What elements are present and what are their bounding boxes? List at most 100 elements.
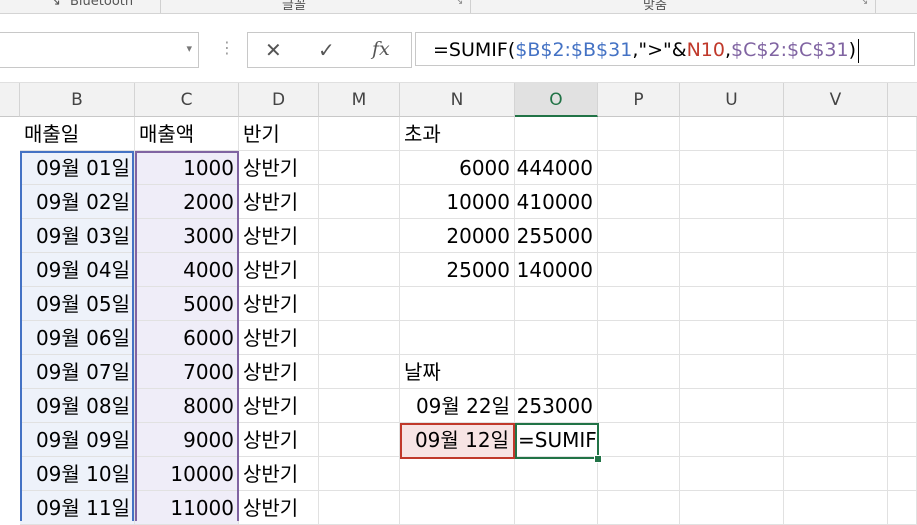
- cell[interactable]: [888, 185, 917, 219]
- cell-date-criteria[interactable]: 09월 22일: [400, 389, 515, 423]
- cell[interactable]: [888, 219, 917, 253]
- cell[interactable]: [598, 151, 680, 185]
- header-sales-date[interactable]: 매출일: [20, 117, 135, 151]
- cell[interactable]: [319, 117, 400, 151]
- cell-half[interactable]: 상반기: [239, 151, 319, 185]
- cell-half[interactable]: 상반기: [239, 253, 319, 287]
- cell[interactable]: [680, 491, 784, 525]
- launcher-icon[interactable]: ↘: [50, 0, 61, 9]
- cell[interactable]: [680, 117, 784, 151]
- cell-sales-date[interactable]: 09월 09일: [20, 423, 135, 457]
- col-header-b[interactable]: B: [20, 83, 135, 117]
- cell[interactable]: [784, 287, 888, 321]
- cell[interactable]: [400, 321, 515, 355]
- cell[interactable]: [319, 151, 400, 185]
- cell[interactable]: [888, 321, 917, 355]
- cell[interactable]: [784, 117, 888, 151]
- cell[interactable]: [680, 253, 784, 287]
- cell-sales-amount[interactable]: 6000: [135, 321, 239, 355]
- label-date[interactable]: 날짜: [400, 355, 515, 389]
- cell-sales-date[interactable]: 09월 01일: [20, 151, 135, 185]
- cell[interactable]: [319, 185, 400, 219]
- cell[interactable]: [319, 491, 400, 525]
- cell[interactable]: [680, 355, 784, 389]
- cell[interactable]: [319, 389, 400, 423]
- name-box[interactable]: ▾: [0, 32, 199, 68]
- cell-threshold[interactable]: 6000: [400, 151, 515, 185]
- cell[interactable]: [319, 355, 400, 389]
- cell-sales-amount[interactable]: 7000: [135, 355, 239, 389]
- cell[interactable]: [400, 491, 515, 525]
- cell-sales-date[interactable]: 09월 02일: [20, 185, 135, 219]
- enter-icon[interactable]: ✓: [318, 38, 335, 62]
- select-all-corner[interactable]: [0, 83, 20, 117]
- cell[interactable]: [680, 321, 784, 355]
- cell-sales-date[interactable]: 09월 03일: [20, 219, 135, 253]
- col-header-c[interactable]: C: [135, 83, 239, 117]
- more-options-icon[interactable]: ⋮: [219, 38, 235, 57]
- font-launcher-icon[interactable]: ↘: [455, 0, 463, 7]
- cell[interactable]: [680, 219, 784, 253]
- cell[interactable]: [598, 253, 680, 287]
- cell-threshold[interactable]: 10000: [400, 185, 515, 219]
- cell-half[interactable]: 상반기: [239, 355, 319, 389]
- cell-half[interactable]: 상반기: [239, 389, 319, 423]
- cell[interactable]: [888, 253, 917, 287]
- cell-sum-result[interactable]: 410000: [515, 185, 598, 219]
- col-header-n[interactable]: N: [400, 83, 515, 117]
- cell[interactable]: [680, 423, 784, 457]
- cell-half[interactable]: 상반기: [239, 321, 319, 355]
- cell[interactable]: [319, 219, 400, 253]
- cell[interactable]: [598, 185, 680, 219]
- cell[interactable]: [680, 287, 784, 321]
- cell[interactable]: [400, 457, 515, 491]
- cell[interactable]: [515, 355, 598, 389]
- cell-sales-date[interactable]: 09월 08일: [20, 389, 135, 423]
- header-sales-amount[interactable]: 매출액: [135, 117, 239, 151]
- cell[interactable]: [680, 457, 784, 491]
- cell[interactable]: [598, 355, 680, 389]
- cell-sales-amount[interactable]: 8000: [135, 389, 239, 423]
- cell[interactable]: [515, 117, 598, 151]
- cell-sales-date[interactable]: 09월 07일: [20, 355, 135, 389]
- cell-half[interactable]: 상반기: [239, 185, 319, 219]
- cell-n10-date[interactable]: 09월 12일: [400, 423, 515, 457]
- cell-sales-amount[interactable]: 3000: [135, 219, 239, 253]
- cell[interactable]: [784, 457, 888, 491]
- cell[interactable]: [400, 287, 515, 321]
- cell-half[interactable]: 상반기: [239, 423, 319, 457]
- cell[interactable]: [888, 491, 917, 525]
- cell[interactable]: [784, 321, 888, 355]
- cell-threshold[interactable]: 20000: [400, 219, 515, 253]
- col-header-next[interactable]: [888, 83, 917, 117]
- cell-sum-result[interactable]: 255000: [515, 219, 598, 253]
- cell[interactable]: [784, 185, 888, 219]
- insert-function-icon[interactable]: fx: [372, 38, 390, 60]
- label-excess[interactable]: 초과: [400, 117, 515, 151]
- cell-sum-result[interactable]: 444000: [515, 151, 598, 185]
- cell[interactable]: [784, 389, 888, 423]
- cell-sales-amount[interactable]: 11000: [135, 491, 239, 525]
- align-launcher-icon[interactable]: ↘: [860, 0, 868, 7]
- col-header-o[interactable]: O: [515, 83, 598, 117]
- cell-half[interactable]: 상반기: [239, 287, 319, 321]
- cell-half[interactable]: 상반기: [239, 457, 319, 491]
- cell-sales-date[interactable]: 09월 06일: [20, 321, 135, 355]
- col-header-p[interactable]: P: [598, 83, 680, 117]
- cell[interactable]: [888, 423, 917, 457]
- cell-half[interactable]: 상반기: [239, 219, 319, 253]
- cell-sales-date[interactable]: 09월 04일: [20, 253, 135, 287]
- cell-threshold[interactable]: 25000: [400, 253, 515, 287]
- cell[interactable]: [888, 151, 917, 185]
- col-header-v[interactable]: V: [784, 83, 888, 117]
- cell[interactable]: [680, 151, 784, 185]
- cell[interactable]: [598, 423, 680, 457]
- cell[interactable]: [680, 389, 784, 423]
- fill-handle[interactable]: [594, 455, 602, 463]
- formula-input[interactable]: =SUMIF($B$2:$B$31,">"&N10,$C$2:$C$31): [415, 32, 915, 66]
- cell[interactable]: [888, 389, 917, 423]
- cell[interactable]: [319, 423, 400, 457]
- cell[interactable]: [515, 287, 598, 321]
- cell[interactable]: [784, 253, 888, 287]
- cell[interactable]: [515, 321, 598, 355]
